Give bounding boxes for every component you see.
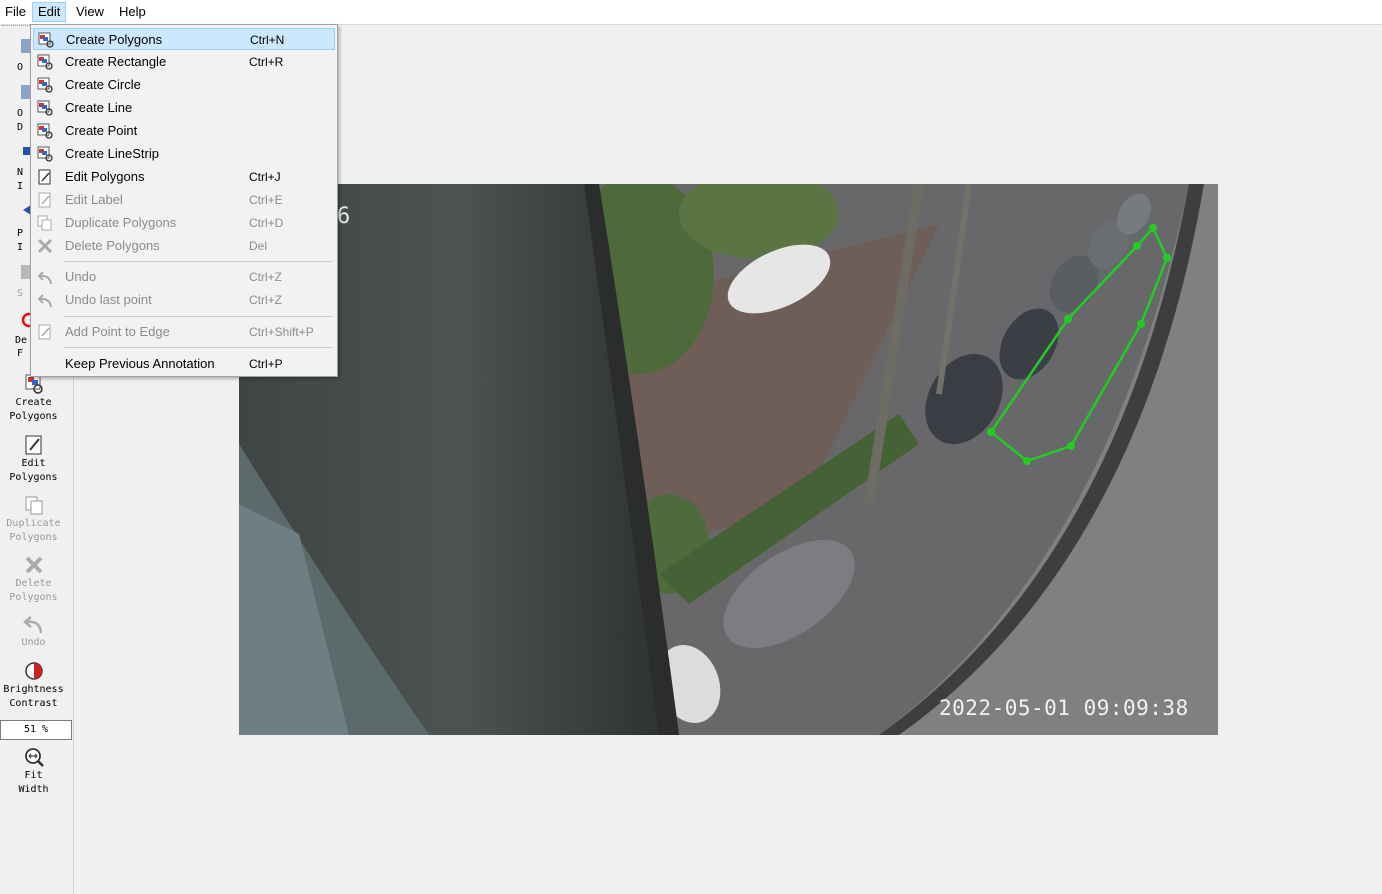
menu-file[interactable]: File xyxy=(0,2,31,22)
create-polygons-label-1: Create xyxy=(15,397,52,408)
copy-icon xyxy=(25,496,42,515)
cross-icon xyxy=(25,556,42,574)
menu-edit[interactable]: Edit xyxy=(32,2,67,22)
delete-file-label-1: De xyxy=(15,335,28,346)
menu-item-undo[interactable]: Undo Ctrl+Z xyxy=(33,266,335,288)
menu-separator xyxy=(63,261,333,262)
menu-item-create-line[interactable]: Create Line xyxy=(33,97,335,119)
delete-polygons-label-1: Delete xyxy=(15,578,52,589)
undo-label: Undo xyxy=(21,637,46,648)
cross-icon xyxy=(37,238,53,254)
menu-item-edit-label[interactable]: Edit Label Ctrl+E xyxy=(33,189,335,211)
open-dir-icon xyxy=(21,85,31,99)
undo-icon xyxy=(22,616,42,634)
next-image-label-1: N xyxy=(17,167,24,178)
brightness-label-2: Contrast xyxy=(9,698,58,709)
next-icon xyxy=(23,147,31,155)
duplicate-polygons-label-1: Duplicate xyxy=(6,518,61,529)
delete-polygons-tool[interactable]: Delete Polygons xyxy=(0,554,67,605)
edit-polygons-tool[interactable]: Edit Polygons xyxy=(0,434,67,485)
menu-item-create-circle[interactable]: Create Circle xyxy=(33,74,335,96)
fit-width-tool[interactable]: Fit Width xyxy=(0,746,67,797)
menu-bar: File Edit View Help xyxy=(0,0,1382,25)
zoom-input[interactable]: 51 % xyxy=(0,720,72,740)
open-dir-label-2: D xyxy=(17,122,24,133)
fit-width-label-2: Width xyxy=(18,784,49,795)
create-polygon-icon xyxy=(37,146,53,162)
open-dir-label-1: O xyxy=(17,108,24,119)
brightness-contrast-tool[interactable]: Brightness Contrast xyxy=(0,660,67,711)
menu-item-edit-polygons[interactable]: Edit Polygons Ctrl+J xyxy=(33,166,335,188)
annotation-canvas[interactable]: 6 2022-05-01 09:09:38 xyxy=(239,184,1218,735)
menu-help[interactable]: Help xyxy=(114,2,151,22)
camera-label-fragment: 6 xyxy=(337,204,351,229)
undo-tool[interactable]: Undo xyxy=(0,613,67,650)
menu-item-undo-last-point[interactable]: Undo last point Ctrl+Z xyxy=(33,289,335,311)
save-icon xyxy=(21,265,31,279)
menu-item-duplicate-polygons[interactable]: Duplicate Polygons Ctrl+D xyxy=(33,212,335,234)
menu-item-keep-previous-annotation[interactable]: Keep Previous Annotation Ctrl+P xyxy=(33,353,335,375)
prev-image-label-1: P xyxy=(17,228,24,239)
edit-icon xyxy=(38,169,51,185)
create-polygons-tool[interactable]: Create Polygons xyxy=(0,373,67,424)
delete-polygons-label-2: Polygons xyxy=(9,592,58,603)
fit-width-label-1: Fit xyxy=(24,770,43,781)
prev-icon xyxy=(23,205,31,215)
create-polygons-label-2: Polygons xyxy=(9,411,58,422)
copy-icon xyxy=(37,215,52,231)
menu-item-add-point-to-edge[interactable]: Add Point to Edge Ctrl+Shift+P xyxy=(33,321,335,343)
open-button[interactable] xyxy=(17,37,31,60)
next-image-button[interactable] xyxy=(17,143,31,162)
edit-menu-dropdown: Create Polygons Ctrl+N Create Rectangle … xyxy=(30,24,338,377)
video-timestamp: 2022-05-01 09:09:38 xyxy=(939,696,1189,720)
edit-polygons-label-2: Polygons xyxy=(9,472,58,483)
edit-icon xyxy=(38,192,51,208)
prev-image-button[interactable] xyxy=(17,203,31,222)
open-label: O xyxy=(17,62,24,73)
create-polygon-icon xyxy=(38,32,54,48)
zoom-fit-icon xyxy=(24,748,44,767)
save-button[interactable] xyxy=(17,263,31,286)
create-polygon-icon xyxy=(37,54,53,70)
menu-item-create-linestrip[interactable]: Create LineStrip xyxy=(33,143,335,165)
undo-icon xyxy=(37,271,52,285)
menu-item-create-point[interactable]: Create Point xyxy=(33,120,335,142)
menu-item-delete-polygons[interactable]: Delete Polygons Del xyxy=(33,235,335,257)
undo-icon xyxy=(37,294,52,308)
save-label: S xyxy=(17,288,24,299)
camera-image xyxy=(239,184,1218,735)
brightness-icon xyxy=(24,662,43,680)
edit-polygons-label-1: Edit xyxy=(21,458,46,469)
menu-separator xyxy=(63,316,333,317)
duplicate-polygons-tool[interactable]: Duplicate Polygons xyxy=(0,494,67,545)
menu-separator xyxy=(63,347,333,348)
menu-view[interactable]: View xyxy=(71,2,109,22)
brightness-label-1: Brightness xyxy=(3,684,64,695)
edit-icon xyxy=(38,324,51,340)
create-polygon-icon xyxy=(37,123,53,139)
open-dir-button[interactable] xyxy=(17,83,31,106)
menu-item-create-polygons[interactable]: Create Polygons Ctrl+N xyxy=(33,28,335,50)
delete-file-label-2: F xyxy=(17,348,24,359)
menu-item-create-rectangle[interactable]: Create Rectangle Ctrl+R xyxy=(33,51,335,73)
create-polygon-icon xyxy=(37,100,53,116)
prev-image-label-2: I xyxy=(17,242,24,253)
edit-icon xyxy=(25,435,41,455)
duplicate-polygons-label-2: Polygons xyxy=(9,532,58,543)
create-polygon-icon xyxy=(37,77,53,93)
next-image-label-2: I xyxy=(17,181,24,192)
open-icon xyxy=(21,39,31,53)
